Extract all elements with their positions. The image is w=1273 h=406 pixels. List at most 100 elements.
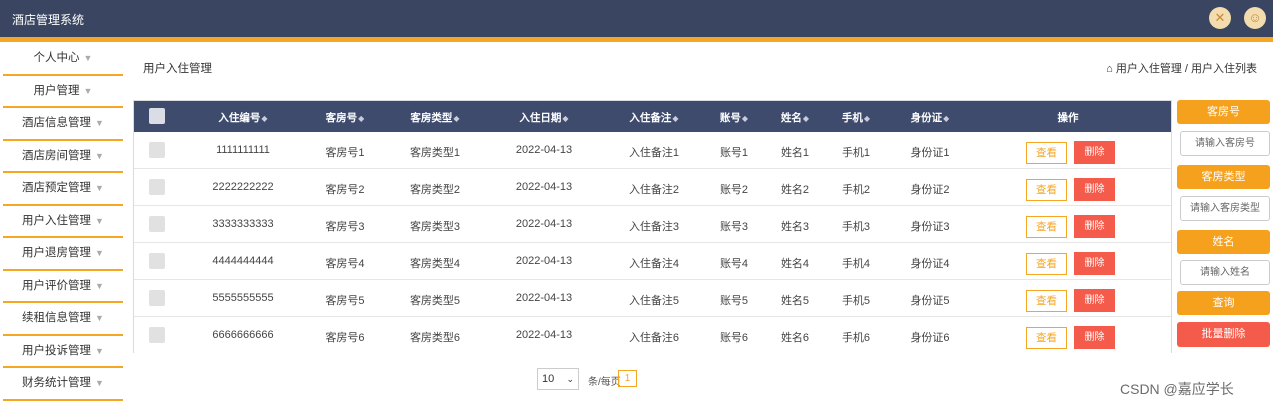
delete-button[interactable]: 删除	[1074, 215, 1115, 238]
column-header[interactable]: 姓名◆	[781, 110, 809, 125]
cell-phone: 手机2	[841, 184, 871, 196]
sidebar-item-checkout[interactable]: 用户退房管理 ▼	[3, 238, 123, 271]
sidebar-item-complaints[interactable]: 用户投诉管理 ▼	[3, 335, 123, 368]
delete-button[interactable]: 删除	[1074, 141, 1115, 164]
row-checkbox[interactable]	[149, 142, 165, 158]
table-row: 1111111111 客房号1 客房类型1 2022-04-13 入住备注1 账…	[134, 132, 1171, 169]
sidebar-item-renewals[interactable]: 续租信息管理 ▼	[3, 303, 123, 336]
chevron-down-icon: ▼	[95, 183, 104, 193]
column-header[interactable]: 入住日期◆	[519, 110, 568, 125]
sidebar: 个人中心 ▼ 用户管理 ▼ 酒店信息管理 ▼ 酒店房间管理 ▼ 酒店预定管理 ▼ 用户入住…	[3, 43, 123, 401]
cell-account: 账号2	[719, 184, 749, 196]
column-header[interactable]: 入住备注◆	[629, 110, 678, 125]
room-label-button[interactable]: 客房号	[1177, 100, 1270, 124]
cell-date: 2022-04-13	[515, 181, 573, 193]
sort-icon: ◆	[358, 114, 365, 123]
sidebar-item-hotel-rooms[interactable]: 酒店房间管理 ▼	[3, 140, 123, 173]
cell-room: 客房号3	[325, 221, 365, 233]
page-number-current[interactable]: 1	[618, 370, 637, 387]
sort-icon: ◆	[453, 114, 460, 123]
name-label-button[interactable]: 姓名	[1177, 230, 1270, 254]
cell-remark: 入住备注5	[628, 295, 680, 307]
room-type-search-input[interactable]: 请输入客房类型	[1180, 196, 1270, 221]
cell-room-type: 客房类型4	[409, 258, 461, 270]
table-row: 4444444444 客房号4 客房类型4 2022-04-13 入住备注4 账…	[134, 243, 1171, 280]
sidebar-item-users[interactable]: 用户管理 ▼	[3, 75, 123, 108]
top-bar-accent	[0, 37, 1273, 42]
home-icon[interactable]: ⌂	[1106, 63, 1113, 75]
sidebar-item-reviews[interactable]: 用户评价管理 ▼	[3, 270, 123, 303]
cell-idcard: 身份证5	[910, 295, 950, 307]
sort-icon: ◆	[802, 114, 810, 123]
row-checkbox[interactable]	[149, 290, 165, 306]
room-search-input[interactable]: 请输入客房号	[1180, 131, 1270, 156]
sidebar-item-reservations[interactable]: 酒店预定管理 ▼	[3, 173, 123, 206]
sort-icon: ◆	[562, 114, 569, 123]
view-button[interactable]: 查看	[1026, 142, 1067, 164]
column-header[interactable]: 手机◆	[842, 110, 870, 125]
cell-name: 姓名3	[780, 221, 810, 233]
delete-button[interactable]: 删除	[1074, 178, 1115, 201]
table-header: 入住编号◆ 客房号◆ 客房类型◆ 入住日期◆ 入住备注◆ 账号◆ 姓名◆ 手机◆…	[134, 101, 1171, 132]
cell-checkin-no: 4444444444	[212, 255, 274, 267]
table-row: 5555555555 客房号5 客房类型5 2022-04-13 入住备注5 账…	[134, 280, 1171, 317]
sort-icon: ◆	[943, 114, 950, 123]
sort-icon: ◆	[672, 114, 679, 123]
cell-checkin-no: 6666666666	[212, 329, 274, 341]
sidebar-item-personal-center[interactable]: 个人中心 ▼	[3, 43, 123, 76]
batch-delete-button[interactable]: 批量删除	[1177, 322, 1270, 347]
cell-phone: 手机1	[841, 147, 871, 159]
delete-button[interactable]: 删除	[1074, 326, 1115, 349]
delete-button[interactable]: 删除	[1074, 289, 1115, 312]
cell-date: 2022-04-13	[515, 218, 573, 230]
cell-account: 账号5	[719, 295, 749, 307]
sort-icon: ◆	[261, 114, 268, 123]
search-button[interactable]: 查询	[1177, 291, 1270, 315]
sidebar-item-hotel-info[interactable]: 酒店信息管理 ▼	[3, 108, 123, 141]
delete-button[interactable]: 删除	[1074, 252, 1115, 275]
sort-icon: ◆	[863, 114, 871, 123]
sidebar-item-finance[interactable]: 财务统计管理 ▼	[3, 368, 123, 401]
name-search-input[interactable]: 请输入姓名	[1180, 260, 1270, 285]
cell-phone: 手机5	[841, 295, 871, 307]
cell-room-type: 客房类型5	[409, 295, 461, 307]
cell-checkin-no: 3333333333	[212, 218, 274, 230]
cell-phone: 手机4	[841, 258, 871, 270]
cell-checkin-no: 5555555555	[212, 292, 274, 304]
row-checkbox[interactable]	[149, 253, 165, 269]
sidebar-item-checkin[interactable]: 用户入住管理 ▼	[3, 205, 123, 238]
cell-checkin-no: 2222222222	[212, 181, 274, 193]
table-row: 6666666666 客房号6 客房类型6 2022-04-13 入住备注6 账…	[134, 317, 1171, 354]
row-checkbox[interactable]	[149, 327, 165, 343]
chevron-down-icon: ▼	[95, 248, 104, 258]
close-icon[interactable]: ✕	[1209, 7, 1231, 29]
row-checkbox[interactable]	[149, 216, 165, 232]
chevron-down-icon: ▼	[95, 313, 104, 323]
column-header[interactable]: 客房号◆	[326, 110, 365, 125]
cell-room-type: 客房类型2	[409, 184, 461, 196]
column-header[interactable]: 客房类型◆	[410, 110, 459, 125]
column-header[interactable]: 入住编号◆	[218, 110, 267, 125]
cell-remark: 入住备注4	[628, 258, 680, 270]
view-button[interactable]: 查看	[1026, 253, 1067, 275]
chevron-down-icon: ▼	[95, 150, 104, 161]
view-button[interactable]: 查看	[1026, 216, 1067, 238]
column-header[interactable]: 身份证◆	[911, 110, 950, 125]
cell-room: 客房号4	[325, 258, 365, 270]
sort-icon: ◆	[741, 114, 749, 123]
cell-room-type: 客房类型1	[409, 147, 461, 159]
page-size-select[interactable]: 10 ⌄	[537, 368, 579, 390]
select-all-checkbox[interactable]	[149, 108, 165, 124]
cell-account: 账号3	[719, 221, 749, 233]
user-avatar-icon[interactable]: ☺	[1244, 7, 1266, 29]
room-type-label-button[interactable]: 客房类型	[1177, 165, 1270, 189]
page-size-label: 条/每页	[588, 377, 621, 388]
top-bar	[0, 0, 1273, 37]
view-button[interactable]: 查看	[1026, 327, 1067, 349]
view-button[interactable]: 查看	[1026, 179, 1067, 201]
row-checkbox[interactable]	[149, 179, 165, 195]
cell-idcard: 身份证2	[910, 184, 950, 196]
view-button[interactable]: 查看	[1026, 290, 1067, 312]
app-title: 酒店管理系统	[12, 13, 85, 27]
column-header[interactable]: 账号◆	[720, 110, 748, 125]
